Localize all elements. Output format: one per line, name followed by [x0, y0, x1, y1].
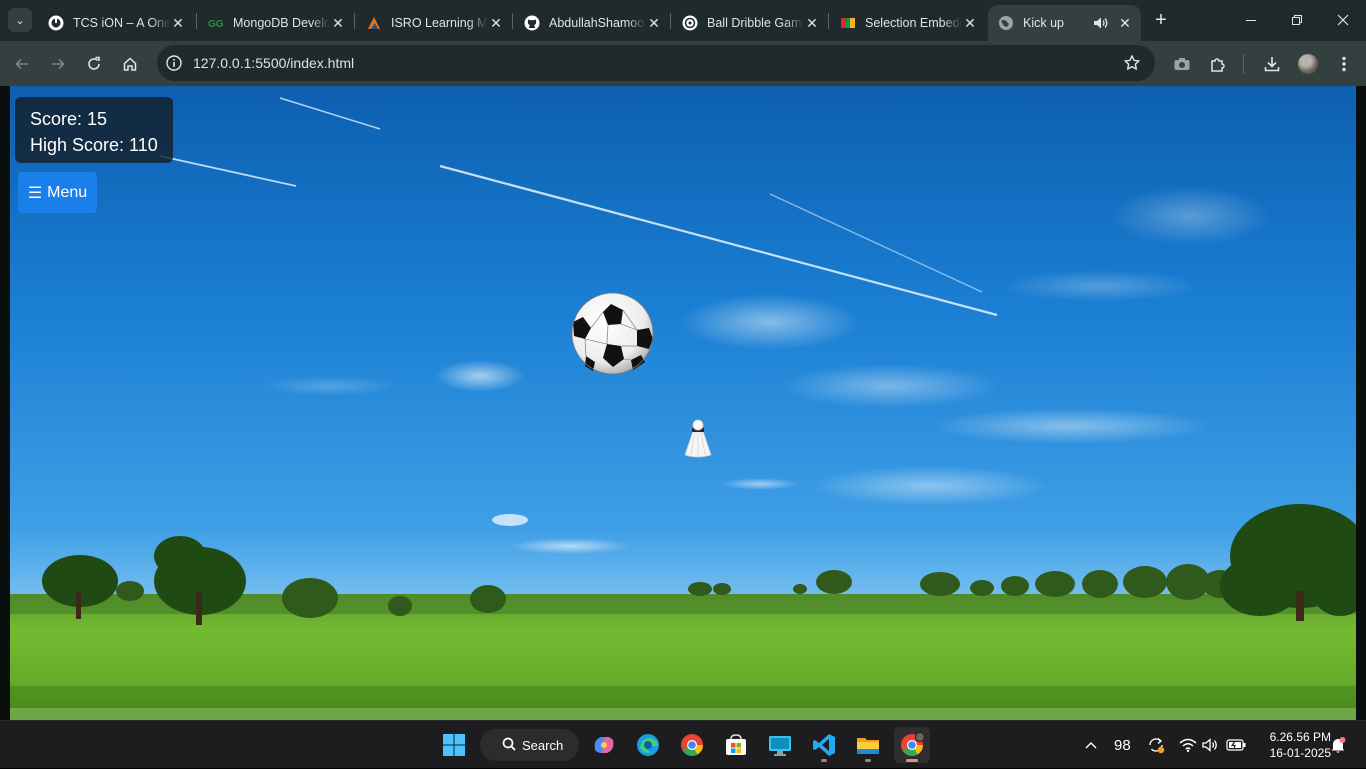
notification-bell-icon[interactable] [1330, 721, 1346, 769]
edge-icon[interactable] [630, 727, 666, 763]
close-window-icon[interactable] [1332, 9, 1354, 31]
hamburger-menu-icon: ☰ [27, 184, 43, 202]
tab-title: Kick up [1023, 16, 1064, 30]
speaker-icon[interactable] [1093, 15, 1111, 31]
tab-title: TCS iON – A One [73, 16, 170, 30]
sync-status-icon[interactable] [1146, 721, 1166, 769]
chrome-active-icon[interactable] [894, 727, 930, 763]
tab-separator [196, 13, 197, 29]
taskbar-clock[interactable]: 6.26.56 PM 16-01-2025 [1255, 729, 1331, 761]
url-text: 127.0.0.1:5500/index.html [193, 55, 355, 71]
volume-icon[interactable] [1202, 721, 1220, 769]
tab-title: ISRO Learning Management [391, 16, 488, 30]
geeksforgeeks-favicon-icon: GG [208, 15, 224, 31]
high-score-label: High Score: 110 [30, 135, 158, 155]
left-page-edge [0, 86, 10, 720]
copilot-icon[interactable] [586, 727, 622, 763]
reload-icon[interactable] [82, 52, 106, 76]
globe-favicon-icon [998, 15, 1014, 31]
tab-github[interactable]: AbdullahShamoon ✕ [514, 5, 670, 41]
tab-separator [670, 13, 671, 29]
tab-close-icon[interactable]: ✕ [962, 15, 978, 31]
tab-ball-dribble[interactable]: Ball Dribble Game ✕ [672, 5, 828, 41]
home-icon[interactable] [118, 52, 142, 76]
wifi-icon[interactable] [1179, 721, 1197, 769]
tab-separator [512, 13, 513, 29]
show-hidden-icons[interactable] [1084, 721, 1098, 769]
menu-button-label: Menu [47, 183, 88, 201]
zoho-favicon-icon [840, 15, 856, 31]
back-icon[interactable] [10, 52, 34, 76]
chatgpt-favicon-icon [682, 15, 698, 31]
github-favicon-icon [524, 15, 540, 31]
tab-search-icon[interactable]: ⌄ [8, 8, 32, 32]
windows-taskbar: Search 98 6.26.56 PM 16-01-2025 [0, 720, 1366, 768]
search-label: Search [522, 737, 564, 753]
download-icon[interactable] [1261, 53, 1283, 75]
file-explorer-icon[interactable] [850, 727, 886, 763]
tab-mongodb[interactable]: GG MongoDB Developer ✕ [198, 5, 354, 41]
tcs-ion-favicon-icon [48, 15, 64, 31]
tab-strip: ⌄ TCS iON – A One ✕ GG MongoDB Developer… [0, 0, 1366, 41]
battery-percent-label: 98 [1114, 736, 1131, 754]
svg-text:GG: GG [208, 19, 224, 30]
tab-close-icon[interactable]: ✕ [170, 15, 186, 31]
new-tab-button[interactable]: + [1150, 9, 1172, 31]
isro-favicon-icon [366, 15, 382, 31]
minimize-icon[interactable] [1240, 9, 1262, 31]
maximize-icon[interactable] [1286, 9, 1308, 31]
camera-icon[interactable] [1171, 53, 1193, 75]
store-icon[interactable] [718, 727, 754, 763]
shuttlecock [683, 419, 713, 459]
right-page-edge [1356, 86, 1366, 720]
clock-time: 6.26.56 PM [1269, 730, 1331, 744]
tab-isro[interactable]: ISRO Learning Management ✕ [356, 5, 512, 41]
tab-selection-embedded[interactable]: Selection Embedded ✕ [830, 5, 986, 41]
tab-title: MongoDB Developer [233, 16, 330, 30]
desktop-app-icon[interactable] [762, 727, 798, 763]
windows-start-icon[interactable] [436, 727, 472, 763]
score-label: Score: 15 [30, 109, 108, 129]
search-icon [502, 737, 516, 754]
profile-avatar[interactable] [1297, 53, 1319, 75]
site-info-icon[interactable] [165, 54, 183, 72]
battery-icon[interactable] [1226, 721, 1246, 769]
tab-close-icon[interactable]: ✕ [330, 15, 346, 31]
game-viewport[interactable]: Score: 15 High Score: 110 ☰ Menu [0, 86, 1366, 720]
bookmark-star-icon[interactable] [1123, 54, 1141, 72]
tab-title: Ball Dribble Game [707, 16, 804, 30]
forward-icon[interactable] [46, 52, 70, 76]
soccer-ball[interactable] [571, 292, 654, 375]
toolbar-divider [1243, 54, 1244, 74]
tab-close-icon[interactable]: ✕ [488, 15, 504, 31]
score-panel: Score: 15 High Score: 110 [15, 97, 173, 163]
clock-date: 16-01-2025 [1269, 746, 1331, 760]
tab-close-icon[interactable]: ✕ [646, 15, 662, 31]
tab-separator [354, 13, 355, 29]
taskbar-search[interactable]: Search [480, 729, 579, 761]
menu-button[interactable]: ☰ Menu [18, 172, 97, 213]
address-bar[interactable]: 127.0.0.1:5500/index.html [157, 45, 1155, 81]
tab-title: Selection Embedded [865, 16, 962, 30]
chrome-icon[interactable] [674, 727, 710, 763]
tab-separator [828, 13, 829, 29]
browser-toolbar: 127.0.0.1:5500/index.html [0, 41, 1366, 86]
tab-close-icon[interactable]: ✕ [804, 15, 820, 31]
extensions-icon[interactable] [1207, 53, 1229, 75]
game-background [10, 86, 1356, 720]
tab-tcs-ion[interactable]: TCS iON – A One ✕ [38, 5, 194, 41]
tab-title: AbdullahShamoon [549, 16, 646, 30]
more-icon[interactable] [1333, 53, 1355, 75]
tab-close-icon[interactable]: ✕ [1117, 15, 1133, 31]
vscode-icon[interactable] [806, 727, 842, 763]
tab-kick-up[interactable]: Kick up ✕ [988, 5, 1141, 41]
